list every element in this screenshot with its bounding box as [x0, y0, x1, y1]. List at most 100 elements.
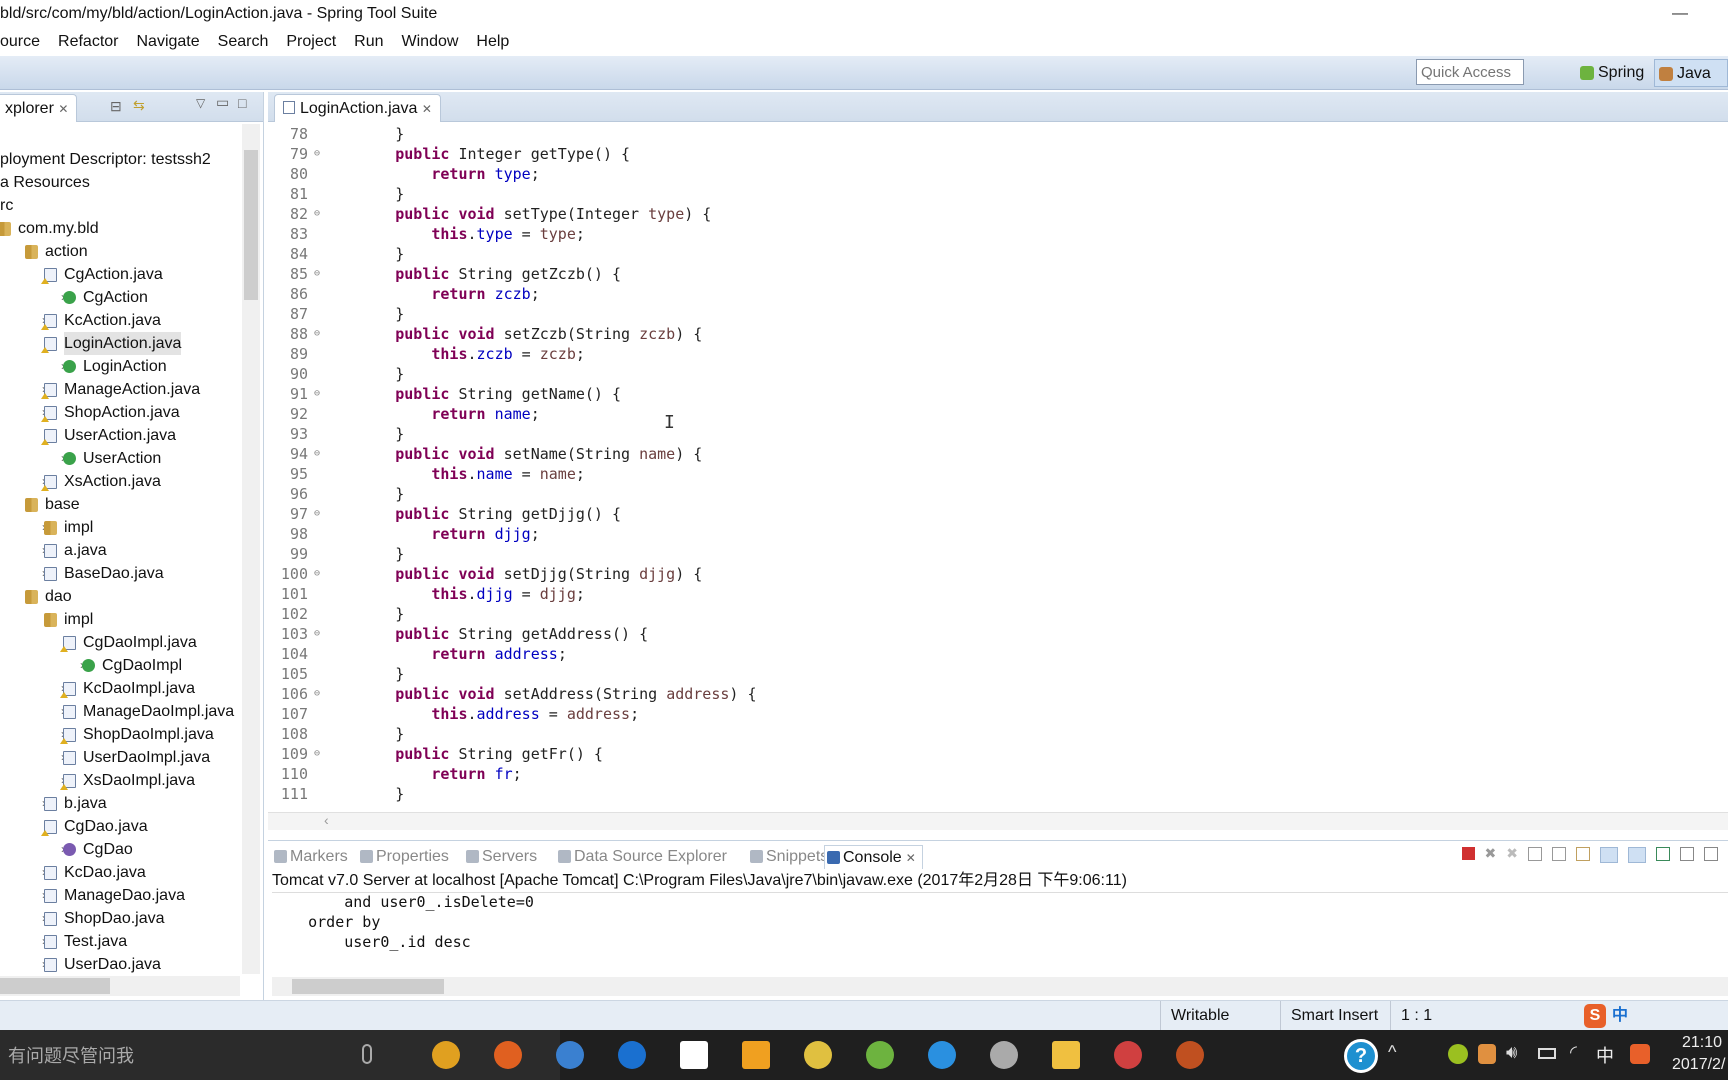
sogou-ime-icon[interactable]: S [1584, 1004, 1606, 1028]
tree-item[interactable]: CgAction.java [64, 263, 163, 286]
tree-item[interactable]: b.java [64, 792, 107, 815]
tree-item[interactable]: a.java [64, 539, 107, 562]
view-menu-icon[interactable]: ▽ [196, 96, 205, 110]
menu-refactor[interactable]: Refactor [49, 28, 127, 56]
tab-properties[interactable]: Properties [358, 845, 449, 869]
remove-all-icon[interactable]: ✖ [1506, 846, 1518, 863]
tree-item[interactable]: a Resources [0, 171, 90, 194]
maximize-icon[interactable]: □ [238, 95, 246, 111]
code-line[interactable]: 102 } [268, 604, 1728, 624]
fold-toggle-icon[interactable]: ⊖ [314, 624, 320, 644]
tree-item[interactable]: BaseDao.java [64, 562, 164, 585]
scroll-thumb[interactable] [0, 978, 110, 994]
taskbar-wps-icon[interactable] [928, 1041, 956, 1069]
tree-item[interactable]: LoginAction [83, 355, 167, 378]
code-line[interactable]: 103 ⊖ public String getAddress() { [268, 624, 1728, 644]
clock-date[interactable]: 2017/2/ [1672, 1056, 1725, 1074]
taskbar-spring-tool-suite-icon[interactable] [866, 1041, 894, 1069]
tree-item[interactable]: XsDaoImpl.java [83, 769, 195, 792]
show-stdout-icon[interactable] [1600, 847, 1618, 863]
taskbar-sogou-browser-icon[interactable] [556, 1041, 584, 1069]
minimize-button[interactable]: — [1672, 0, 1688, 28]
taskbar-app-face-icon[interactable] [1176, 1041, 1204, 1069]
scroll-thumb[interactable] [292, 979, 444, 994]
code-line[interactable]: 88 ⊖ public void setZczb(String zczb) { [268, 324, 1728, 344]
battery-icon[interactable] [1538, 1048, 1556, 1059]
code-line[interactable]: 85 ⊖ public String getZczb() { [268, 264, 1728, 284]
explorer-scroll-thumb[interactable] [244, 150, 258, 300]
tree-item[interactable]: Test.java [64, 930, 127, 953]
code-line[interactable]: 98 return djjg; [268, 524, 1728, 544]
fold-toggle-icon[interactable]: ⊖ [314, 564, 320, 584]
taskbar-edge-icon[interactable] [618, 1041, 646, 1069]
minimize-icon[interactable]: ▭ [216, 94, 229, 111]
tray-app-icon[interactable] [1478, 1044, 1496, 1064]
tree-item[interactable]: KcAction.java [64, 309, 161, 332]
volume-icon[interactable]: 🔊︎ [1506, 1042, 1517, 1063]
taskbar-chrome-icon[interactable] [432, 1041, 460, 1069]
perspective-java-ee[interactable]: Java EE [1654, 59, 1728, 110]
tree-item[interactable]: UserAction [83, 447, 161, 470]
tree-item[interactable]: ManageDaoImpl.java [83, 700, 234, 723]
wifi-icon[interactable]: ◜ [1570, 1042, 1577, 1063]
explorer-horizontal-scrollbar[interactable] [0, 976, 240, 996]
code-line[interactable]: 82 ⊖ public void setType(Integer type) { [268, 204, 1728, 224]
code-line[interactable]: 94 ⊖ public void setName(String name) { [268, 444, 1728, 464]
code-line[interactable]: 91 ⊖ public String getName() { [268, 384, 1728, 404]
tree-item[interactable]: CgDaoImpl [102, 654, 182, 677]
fold-toggle-icon[interactable]: ⊖ [314, 204, 320, 224]
code-line[interactable]: 90 } [268, 364, 1728, 384]
code-line[interactable]: 80 return type; [268, 164, 1728, 184]
tree-item[interactable]: CgAction [83, 286, 148, 309]
pin-console-icon[interactable] [1656, 847, 1670, 861]
microphone-icon[interactable] [362, 1044, 372, 1064]
menu-run[interactable]: Run [345, 28, 392, 56]
code-line[interactable]: 110 return fr; [268, 764, 1728, 784]
menu-navigate[interactable]: Navigate [128, 28, 209, 56]
code-line[interactable]: 81 } [268, 184, 1728, 204]
code-line[interactable]: 104 return address; [268, 644, 1728, 664]
code-editor[interactable]: LoginAction.java ✕ 78 } 79 ⊖ public Intege… [268, 92, 1728, 832]
word-wrap-icon[interactable] [1576, 847, 1590, 861]
sogou-tray-icon[interactable] [1630, 1044, 1650, 1064]
close-icon[interactable]: ✕ [906, 851, 916, 865]
tree-item[interactable]: action [45, 240, 88, 263]
fold-toggle-icon[interactable]: ⊖ [314, 744, 320, 764]
clear-console-icon[interactable] [1528, 847, 1542, 861]
tree-item[interactable]: UserDaoImpl.java [83, 746, 210, 769]
tab-console[interactable]: Console ✕ [824, 845, 923, 869]
code-area[interactable]: 78 } 79 ⊖ public Integer getType() {80 ret… [268, 122, 1728, 812]
code-line[interactable]: 111 } [268, 784, 1728, 804]
tree-item[interactable]: ShopAction.java [64, 401, 180, 424]
code-line[interactable]: 78 } [268, 124, 1728, 144]
menu-project[interactable]: Project [277, 28, 345, 56]
fold-toggle-icon[interactable]: ⊖ [314, 264, 320, 284]
tree-item[interactable]: CgDao [83, 838, 133, 861]
input-language[interactable]: 中 [1596, 1042, 1614, 1068]
tree-item[interactable]: KcDao.java [64, 861, 146, 884]
code-line[interactable]: 79 ⊖ public Integer getType() { [268, 144, 1728, 164]
scroll-lock-icon[interactable] [1552, 847, 1566, 861]
code-line[interactable]: 101 this.djjg = djjg; [268, 584, 1728, 604]
code-line[interactable]: 108 } [268, 724, 1728, 744]
tree-item[interactable]: ShopDaoImpl.java [83, 723, 214, 746]
taskbar-file-explorer-icon[interactable] [1052, 1041, 1080, 1069]
tab-login-action-java[interactable]: LoginAction.java ✕ [274, 94, 441, 122]
code-line[interactable]: 107 this.address = address; [268, 704, 1728, 724]
tree-item[interactable]: UserAction.java [64, 424, 176, 447]
taskbar-notes-icon[interactable] [742, 1041, 770, 1069]
tab-snippets[interactable]: Snippets [748, 845, 828, 869]
terminate-icon[interactable] [1461, 847, 1475, 860]
tree-item[interactable]: base [45, 493, 80, 516]
tree-item[interactable]: rc [0, 194, 13, 217]
tree-item[interactable]: CgDaoImpl.java [83, 631, 197, 654]
display-console-icon[interactable] [1680, 847, 1694, 861]
tree-item[interactable]: LoginAction.java [64, 332, 182, 355]
tree-item[interactable]: UserDao.java [64, 953, 161, 976]
taskbar-firefox-icon[interactable] [494, 1041, 522, 1069]
fold-toggle-icon[interactable]: ⊖ [314, 384, 320, 404]
tree-item[interactable]: ployment Descriptor: testssh2 [0, 148, 211, 171]
clock-time[interactable]: 21:10 [1682, 1034, 1722, 1052]
tab-servers[interactable]: Servers [464, 845, 537, 869]
show-stderr-icon[interactable] [1628, 847, 1646, 863]
